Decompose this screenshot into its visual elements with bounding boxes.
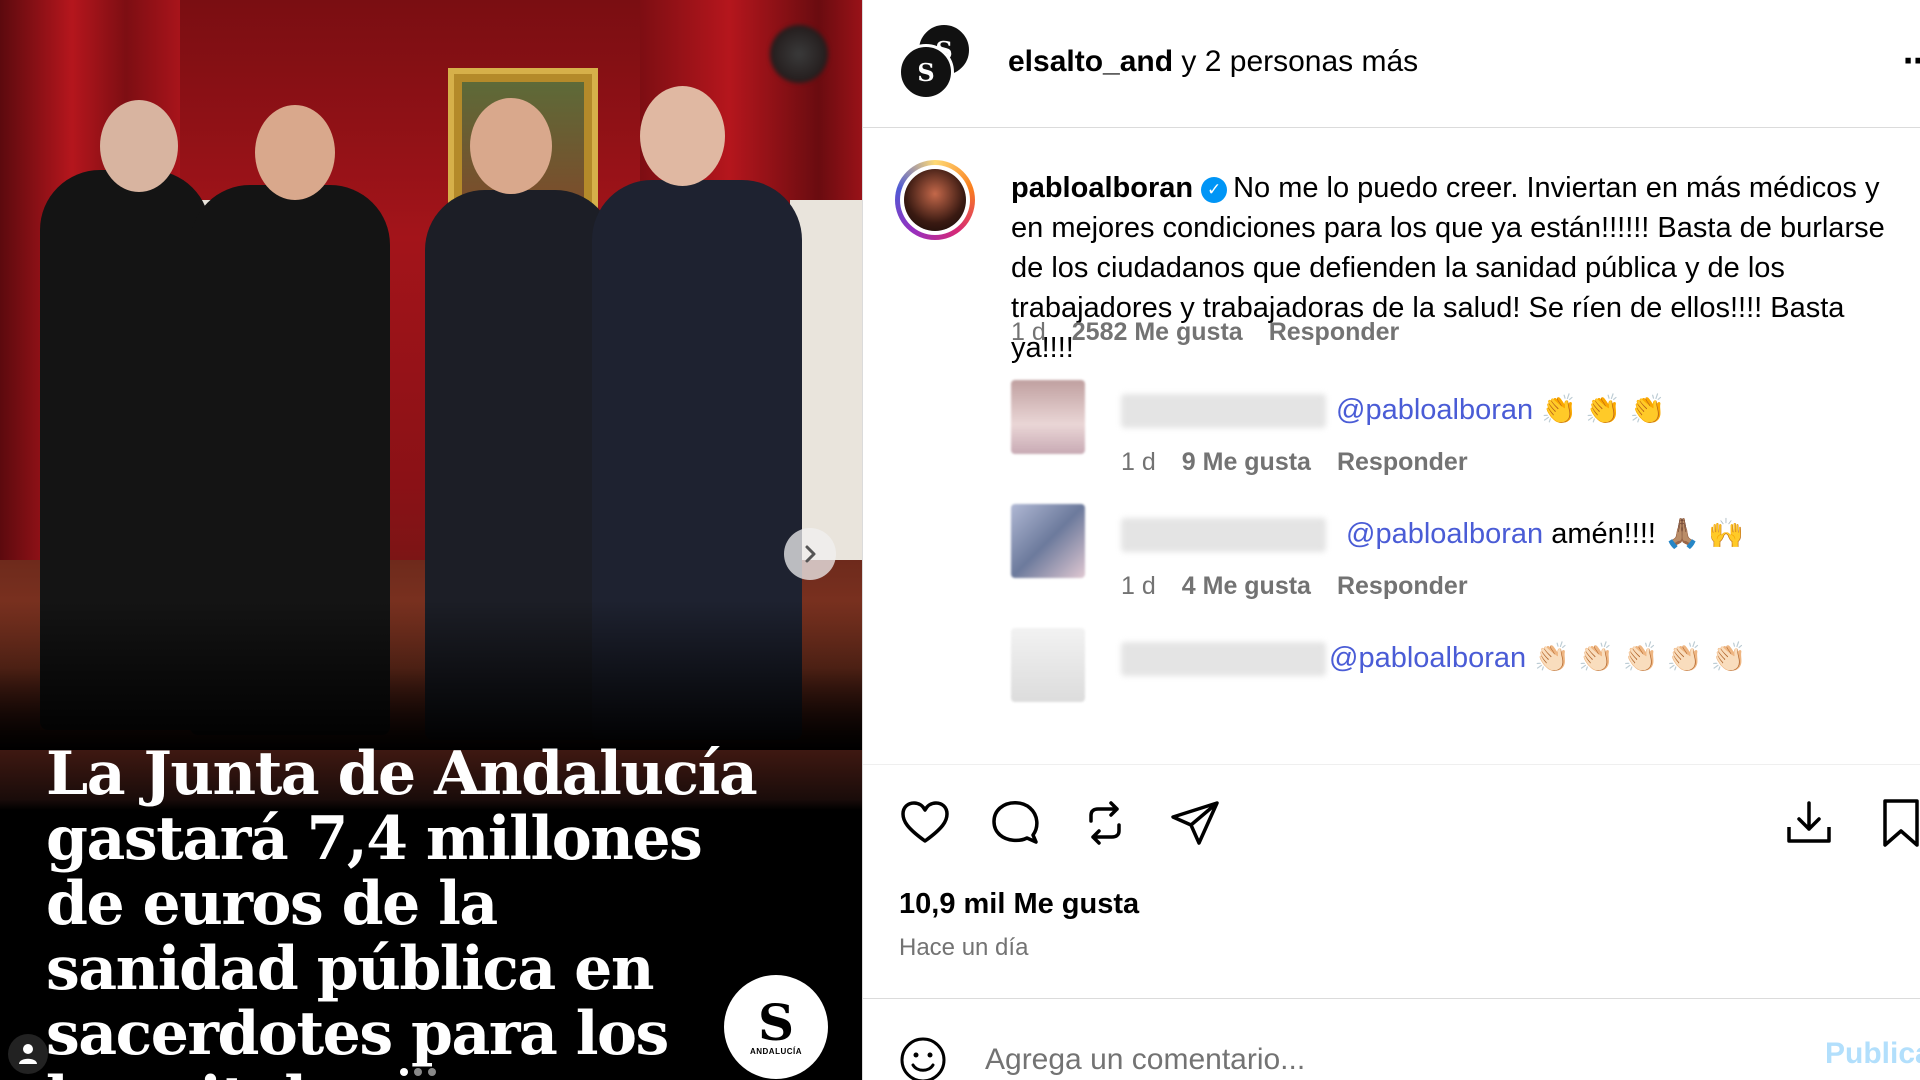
post-author: elsalto_and y 2 personas más: [1008, 45, 1418, 79]
reply-avatar[interactable]: [1011, 628, 1085, 702]
head-2: [255, 105, 335, 200]
mention-link[interactable]: @pabloalboran: [1346, 518, 1543, 550]
comments-list: pabloalboran ✓ No me lo puedo creer. Invie…: [863, 128, 1920, 765]
bookmark-icon[interactable]: [1873, 795, 1920, 851]
emoji-icon[interactable]: [898, 1035, 948, 1080]
logo-letter: S: [757, 992, 795, 1052]
reply-avatar[interactable]: [1011, 504, 1085, 578]
repost-icon[interactable]: [1077, 795, 1133, 851]
comment-username[interactable]: pabloalboran: [1011, 172, 1193, 204]
user-icon: [19, 1044, 37, 1064]
carousel-dot: [414, 1068, 422, 1076]
avatar: S: [898, 44, 954, 100]
logo-caption: ANDALUCÍA: [749, 1046, 803, 1056]
chevron-right-icon: [805, 545, 816, 563]
collab-avatars[interactable]: S S: [898, 22, 978, 102]
post-likes[interactable]: 10,9 mil Me gusta: [899, 888, 1139, 921]
head-3: [470, 98, 552, 194]
media-headline: La Junta de Andalucía gastará 7,4 millon…: [46, 739, 758, 1080]
post-time[interactable]: Hace un día: [899, 934, 1028, 962]
reply-username-blurred: [1121, 518, 1326, 552]
el-salto-logo: S ANDALUCÍA: [724, 975, 828, 1079]
reply-item: @pabloalboran 👏🏻 👏🏻 👏🏻 👏🏻 👏🏻: [1011, 628, 1891, 738]
reply-meta: 1 d 9 Me gusta Responder: [1121, 448, 1468, 477]
reply-text: @pabloalboran amén!!!! 🙏🏽 🙌: [1346, 518, 1745, 550]
mention-link[interactable]: @pabloalboran: [1329, 642, 1526, 674]
reply-item: @pabloalboran amén!!!! 🙏🏽 🙌 1 d 4 Me gus…: [1011, 504, 1891, 614]
carousel-indicator: [400, 1068, 436, 1076]
comment-likes[interactable]: 2582 Me gusta: [1072, 318, 1243, 347]
post-header: S S elsalto_and y 2 personas más ⋯: [863, 0, 1920, 128]
mention-link[interactable]: @pabloalboran: [1336, 394, 1533, 426]
reply-username-blurred: [1121, 394, 1326, 428]
share-icon[interactable]: [1167, 795, 1223, 851]
reply-text: @pabloalboran 👏🏻 👏🏻 👏🏻 👏🏻 👏🏻: [1329, 642, 1747, 674]
reply-meta: 1 d 4 Me gusta Responder: [1121, 572, 1468, 601]
blurred-avatar: [770, 25, 828, 83]
carousel-dot: [428, 1068, 436, 1076]
post-panel: S S elsalto_and y 2 personas más ⋯ pablo…: [863, 0, 1920, 1080]
comment-icon[interactable]: [987, 795, 1043, 851]
carousel-dot: [400, 1068, 408, 1076]
head-4: [640, 86, 725, 186]
more-options-icon[interactable]: ⋯: [1903, 44, 1920, 79]
comment-input[interactable]: [983, 1037, 1767, 1080]
reply-button[interactable]: Responder: [1337, 448, 1468, 477]
heart-icon[interactable]: [897, 795, 953, 851]
post-media: La Junta de Andalucía gastará 7,4 millon…: [0, 0, 863, 1080]
download-icon[interactable]: [1781, 795, 1837, 851]
reply-text: @pabloalboran 👏 👏 👏: [1336, 394, 1666, 426]
reply-username-blurred: [1121, 642, 1326, 676]
collaborators-link[interactable]: y 2 personas más: [1181, 45, 1418, 78]
tagged-users-button[interactable]: [8, 1034, 48, 1074]
publish-button[interactable]: Publicar: [1825, 1037, 1920, 1071]
author-username[interactable]: elsalto_and: [1008, 45, 1173, 78]
head-1: [100, 100, 178, 192]
reply-button[interactable]: Responder: [1269, 318, 1400, 347]
commenter-avatar[interactable]: [895, 160, 975, 240]
action-bar: [863, 770, 1920, 870]
reply-button[interactable]: Responder: [1337, 572, 1468, 601]
comment-meta: 1 d 2582 Me gusta Responder: [1011, 318, 1399, 347]
comment-time: 1 d: [1011, 318, 1046, 346]
comment-composer: Publicar: [863, 998, 1920, 1080]
reply-item: @pabloalboran 👏 👏 👏 1 d 9 Me gusta Respo…: [1011, 380, 1891, 490]
verified-badge-icon: ✓: [1201, 177, 1228, 203]
reply-avatar[interactable]: [1011, 380, 1085, 454]
carousel-next-button[interactable]: [784, 528, 836, 580]
